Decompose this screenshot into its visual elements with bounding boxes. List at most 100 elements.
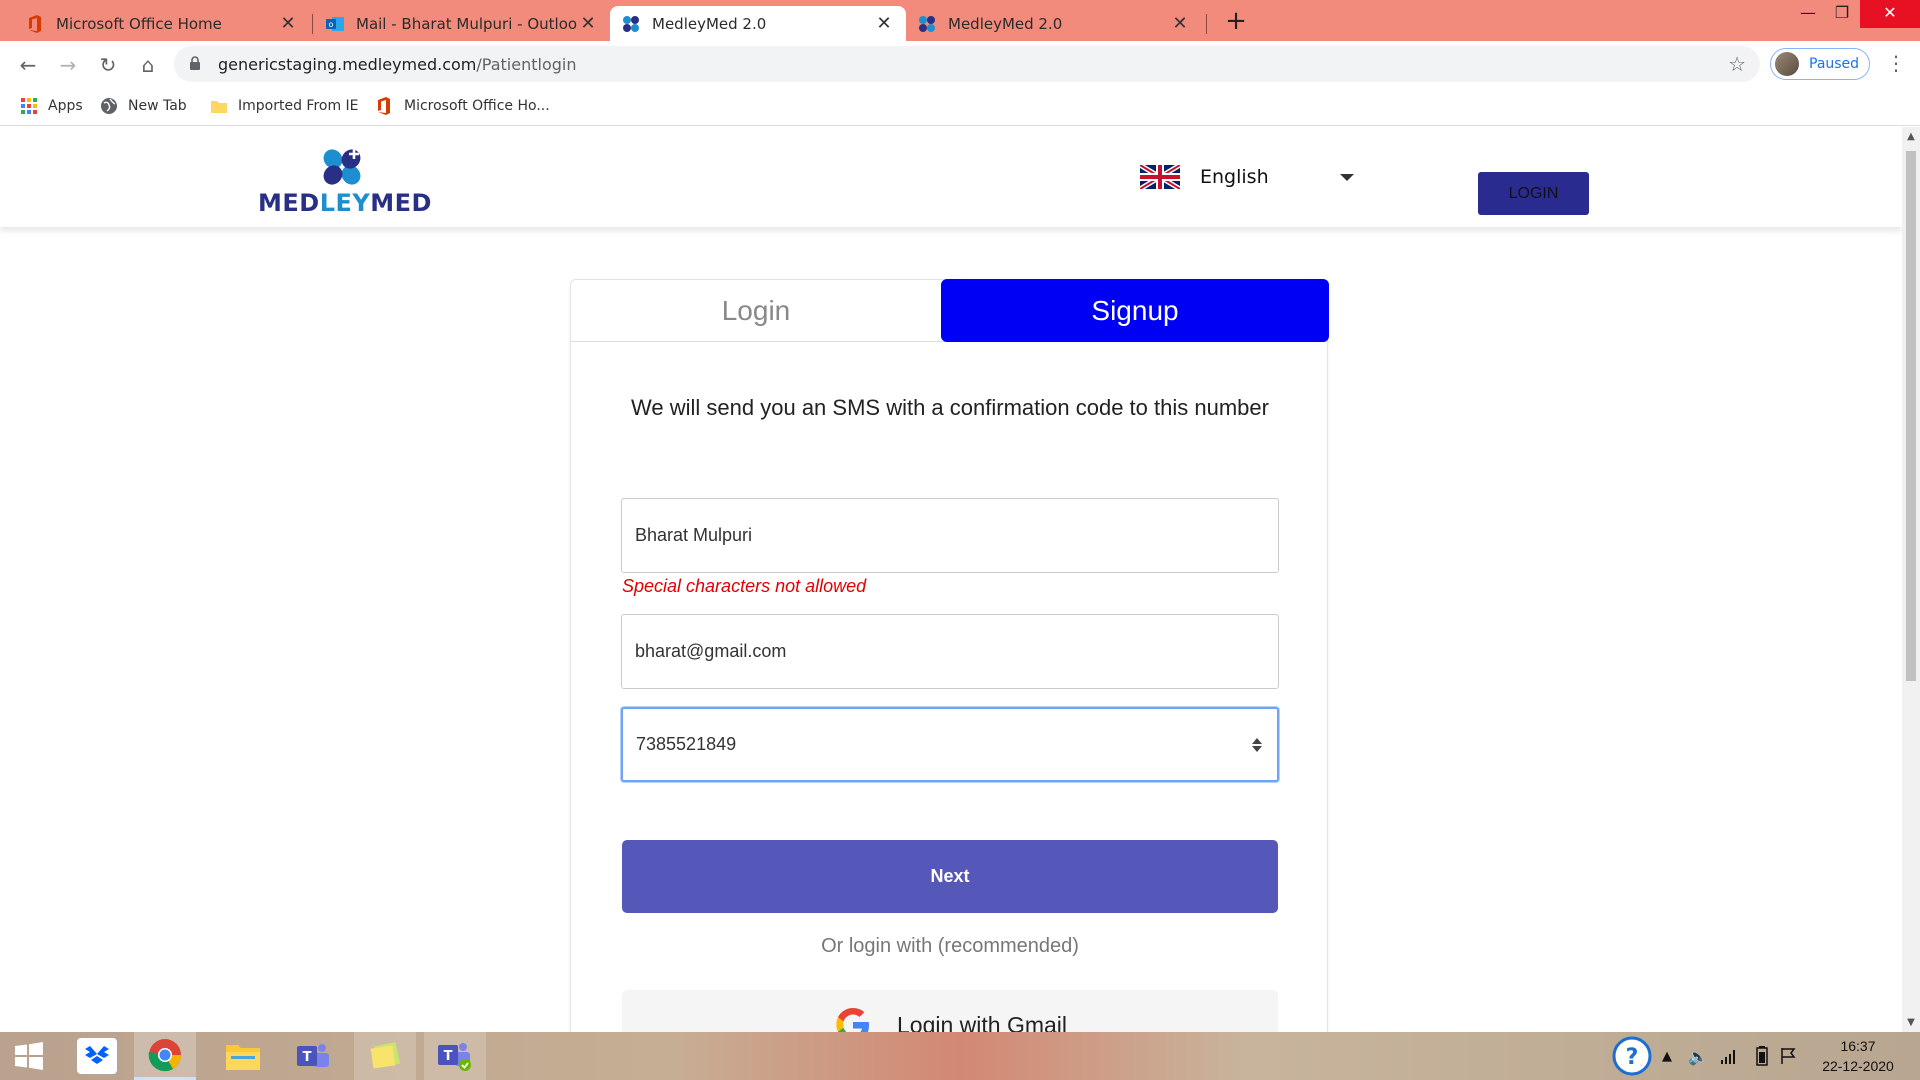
phone-input[interactable]	[636, 734, 1251, 755]
clock-time: 16:37	[1840, 1038, 1876, 1054]
language-selector[interactable]: English	[1140, 165, 1354, 189]
medleymed-logo[interactable]: MEDLEYMED	[258, 147, 431, 217]
teams-icon[interactable]: T	[282, 1032, 344, 1080]
name-field[interactable]	[621, 498, 1279, 573]
medleymed-logo-mark-icon	[323, 149, 361, 185]
outlook-icon: o	[326, 15, 344, 33]
back-icon[interactable]: ←	[14, 51, 42, 79]
close-icon[interactable]: ✕	[1170, 13, 1190, 34]
chevron-down-icon	[1340, 173, 1354, 181]
clock-date: 22-12-2020	[1822, 1058, 1894, 1074]
phone-field[interactable]	[621, 707, 1279, 782]
battery-icon[interactable]	[1756, 1032, 1768, 1080]
scroll-down-icon[interactable]: ▼	[1902, 1017, 1920, 1028]
svg-text:T: T	[303, 1050, 312, 1065]
address-bar[interactable]: genericstaging.medleymed.com/Patientlogi…	[174, 46, 1760, 82]
browser-tab-medleymed[interactable]: MedleyMed 2.0 ✕	[906, 6, 1202, 41]
tab-label: Mail - Bharat Mulpuri - Outlook	[356, 14, 578, 33]
action-center-flag-icon[interactable]	[1780, 1032, 1796, 1080]
bookmark-star-icon[interactable]: ☆	[1728, 52, 1746, 76]
email-field[interactable]	[621, 614, 1279, 689]
forward-icon[interactable]: →	[54, 51, 82, 79]
taskbar-clock[interactable]: 16:37 22-12-2020	[1808, 1036, 1908, 1076]
bookmarks-bar: Apps New Tab Imported From IE Microsoft …	[0, 88, 1920, 126]
bookmark-label: New Tab	[128, 98, 187, 114]
office-icon	[376, 97, 394, 115]
email-input[interactable]	[635, 641, 1265, 662]
bookmark-imported-from-ie[interactable]: Imported From IE	[210, 94, 359, 118]
gmail-button-label: Login with Gmail	[896, 1011, 1068, 1033]
header-login-button[interactable]: LOGIN	[1478, 172, 1589, 215]
auth-card: Login Signup We will send you an SMS wit…	[570, 279, 1329, 1032]
tab-signup[interactable]: Signup	[941, 279, 1329, 342]
tab-separator	[1206, 14, 1207, 34]
avatar	[1775, 52, 1799, 76]
google-icon	[836, 1008, 869, 1032]
office-icon	[26, 14, 44, 33]
network-icon[interactable]	[1720, 1032, 1738, 1080]
tab-separator	[312, 14, 313, 34]
help-icon[interactable]: ?	[1612, 1032, 1652, 1080]
tab-label: Microsoft Office Home	[56, 14, 222, 33]
windows-start-icon[interactable]	[0, 1032, 58, 1080]
medleymed-icon	[622, 15, 640, 33]
file-explorer-icon[interactable]	[212, 1032, 274, 1080]
close-icon[interactable]: ✕	[278, 13, 298, 34]
dropbox-icon[interactable]	[66, 1032, 128, 1080]
next-button[interactable]: Next	[622, 840, 1278, 913]
bookmark-office[interactable]: Microsoft Office Ho...	[376, 94, 550, 118]
globe-icon	[100, 97, 118, 115]
uk-flag-icon	[1140, 165, 1180, 189]
chrome-icon[interactable]	[134, 1032, 196, 1080]
restore-icon[interactable]: ❐	[1818, 0, 1866, 28]
tab-label: MedleyMed 2.0	[948, 14, 1063, 33]
medleymed-icon	[918, 15, 936, 33]
browser-tab-medleymed-active[interactable]: MedleyMed 2.0 ✕	[610, 6, 906, 41]
page-scrollbar[interactable]: ▲ ▼	[1902, 127, 1920, 1032]
scroll-up-icon[interactable]: ▲	[1902, 131, 1920, 142]
tray-overflow-icon[interactable]: ▲	[1662, 1032, 1672, 1080]
logo-text-mid: LEY	[319, 189, 371, 217]
home-icon[interactable]: ⌂	[134, 51, 162, 79]
menu-kebab-icon[interactable]: ⋮	[1886, 51, 1906, 75]
url-text: genericstaging.medleymed.com/Patientlogi…	[218, 55, 576, 74]
url-domain: genericstaging.medleymed.com	[218, 55, 477, 74]
lock-icon	[188, 55, 202, 71]
svg-text:?: ?	[1626, 1045, 1639, 1070]
reload-icon[interactable]: ↻	[94, 51, 122, 79]
svg-text:o: o	[329, 20, 334, 29]
teams-icon[interactable]: T	[424, 1032, 486, 1080]
language-label: English	[1200, 166, 1269, 188]
logo-wordmark: MEDLEYMED	[258, 189, 431, 217]
number-spinner-icon[interactable]	[1250, 735, 1264, 755]
logo-text-post: MED	[370, 189, 432, 217]
close-icon[interactable]: ✕	[578, 13, 598, 34]
svg-text:T: T	[444, 1049, 453, 1064]
login-with-gmail-button[interactable]: Login with Gmail	[622, 990, 1278, 1032]
url-path: /Patientlogin	[476, 55, 577, 74]
auth-tabs: Login Signup	[571, 279, 1329, 342]
or-login-with-text: Or login with (recommended)	[821, 935, 1079, 957]
page-viewport: MEDLEYMED English LOGIN Login Signup We …	[0, 127, 1902, 1032]
profile-button[interactable]: Paused	[1770, 48, 1870, 80]
tab-label: MedleyMed 2.0	[652, 14, 767, 33]
bookmark-label: Imported From IE	[238, 98, 359, 114]
new-tab-button[interactable]: +	[1222, 8, 1250, 36]
tab-login[interactable]: Login	[571, 280, 941, 341]
browser-tab-outlook[interactable]: o Mail - Bharat Mulpuri - Outlook ✕	[314, 6, 610, 41]
bookmark-new-tab[interactable]: New Tab	[100, 94, 187, 118]
sticky-notes-icon[interactable]	[354, 1032, 416, 1080]
bookmark-label: Microsoft Office Ho...	[404, 98, 550, 114]
windows-taskbar: T T ? ▲ 🔈 16:37 22-12-2020	[0, 1032, 1920, 1080]
name-error-message: Special characters not allowed	[622, 576, 867, 596]
logo-text-pre: MED	[258, 189, 320, 217]
scrollbar-thumb[interactable]	[1906, 151, 1916, 681]
close-icon[interactable]: ✕	[874, 13, 894, 34]
bookmark-apps[interactable]: Apps	[20, 94, 83, 118]
window-close-icon[interactable]: ✕	[1860, 0, 1920, 28]
site-header: MEDLEYMED English LOGIN	[0, 127, 1902, 227]
browser-tab-office[interactable]: Microsoft Office Home ✕	[14, 6, 310, 41]
name-input[interactable]	[635, 525, 1265, 546]
bookmark-label: Apps	[48, 98, 83, 114]
volume-icon[interactable]: 🔈	[1688, 1032, 1708, 1080]
